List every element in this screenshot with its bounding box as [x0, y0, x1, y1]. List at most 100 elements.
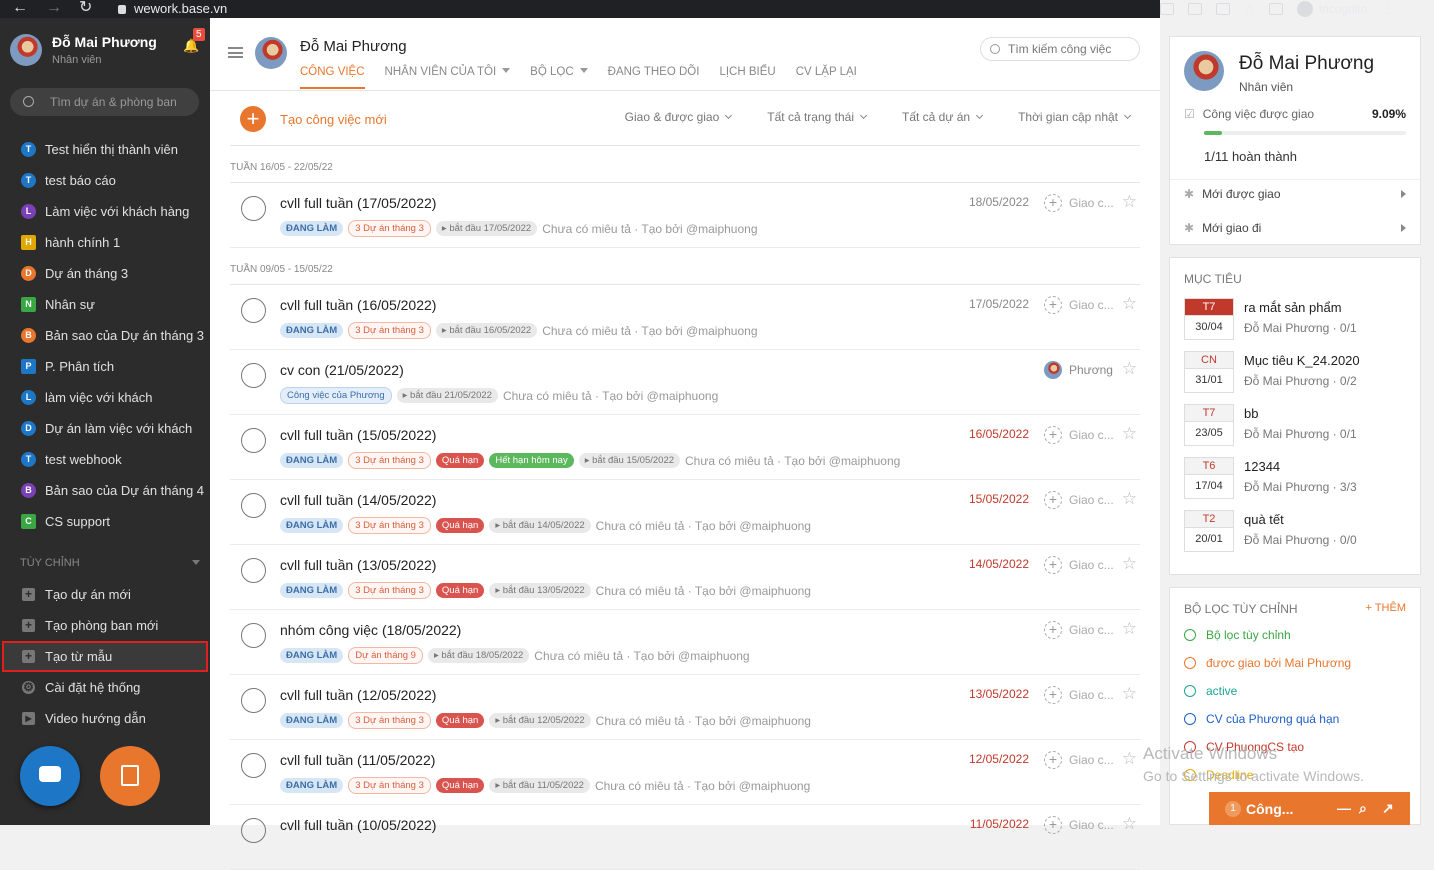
- custom-filter-item[interactable]: CV của Phương quá hạn: [1184, 712, 1339, 726]
- sidebar-search-input[interactable]: Tìm dự án & phòng ban: [10, 88, 199, 116]
- filter-status[interactable]: Tất cả trạng thái: [767, 110, 868, 124]
- filter-assign[interactable]: Giao & được giao: [625, 110, 733, 124]
- sidebar-project-item[interactable]: N Nhân sự: [0, 289, 210, 320]
- new-task-link[interactable]: Tạo công việc mới: [280, 112, 387, 127]
- add-filter-button[interactable]: + THÊM: [1366, 602, 1406, 614]
- task-title[interactable]: cvll full tuần (10/05/2022): [280, 817, 436, 833]
- task-title[interactable]: cvll full tuần (13/05/2022): [280, 557, 436, 573]
- sidebar-project-item[interactable]: Llàm việc với khách: [0, 382, 210, 413]
- assignee[interactable]: Phương: [1044, 361, 1113, 379]
- tasks-button[interactable]: [100, 746, 160, 806]
- complete-checkbox[interactable]: [241, 298, 266, 323]
- new-sent-row[interactable]: ✱ Mới giao đi: [1184, 221, 1406, 235]
- complete-checkbox[interactable]: [241, 688, 266, 713]
- task-row[interactable]: nhóm công việc (18/05/2022) ĐANG LÀM Dự án…: [230, 610, 1140, 675]
- project-badge[interactable]: Dự án tháng 9: [348, 647, 423, 664]
- assignee[interactable]: + Giao c...: [1044, 686, 1114, 704]
- task-row[interactable]: cvll full tuần (17/05/2022) ĐANG LÀM 3 Dự …: [230, 183, 1140, 248]
- task-title[interactable]: cvll full tuần (14/05/2022): [280, 492, 436, 508]
- task-row[interactable]: cvll full tuần (16/05/2022) ĐANG LÀM 3 Dự …: [230, 285, 1140, 350]
- eye-off-icon[interactable]: [1216, 3, 1230, 15]
- complete-checkbox[interactable]: [241, 493, 266, 518]
- custom-filter-item[interactable]: CV PhuongCS tạo: [1184, 740, 1304, 754]
- open-external-icon[interactable]: ↗: [1382, 800, 1394, 817]
- task-row[interactable]: cvll full tuần (10/05/2022) 11/05/2022 + Gi…: [230, 805, 1140, 870]
- sidebar-project-item[interactable]: Hhành chính 1: [0, 227, 210, 258]
- project-badge[interactable]: 3 Dự án tháng 3: [348, 777, 431, 794]
- star-icon[interactable]: ☆: [1122, 554, 1137, 574]
- complete-checkbox[interactable]: [241, 753, 266, 778]
- star-icon[interactable]: ☆: [1244, 2, 1255, 16]
- apps-icon[interactable]: [1160, 3, 1174, 15]
- sidebar-project-item[interactable]: Ttest báo cáo: [0, 165, 210, 196]
- complete-checkbox[interactable]: [241, 818, 266, 843]
- task-title[interactable]: cv con (21/05/2022): [280, 362, 404, 378]
- tool-settings[interactable]: ⚙ Cài đặt hệ thống: [0, 672, 210, 703]
- minimize-icon[interactable]: —: [1337, 800, 1351, 816]
- section-header-custom[interactable]: TÙY CHỈNH: [20, 557, 200, 569]
- task-title[interactable]: cvll full tuần (12/05/2022): [280, 687, 436, 703]
- sidebar-project-item[interactable]: D Dự án tháng 3: [0, 258, 210, 289]
- custom-filter-item[interactable]: active: [1184, 684, 1237, 698]
- tab-filter[interactable]: BỘ LỌC: [530, 66, 588, 89]
- assignee[interactable]: + Giao c...: [1044, 296, 1114, 314]
- sidebar-icon[interactable]: [1268, 3, 1283, 15]
- complete-checkbox[interactable]: [241, 428, 266, 453]
- goal-item[interactable]: T7 23/05 bb Đỗ Mai Phương · 0/1: [1184, 404, 1410, 449]
- tab-recurring[interactable]: CV LẶP LẠI: [796, 66, 857, 89]
- goal-item[interactable]: CN 31/01 Mục tiêu K_24.2020 Đỗ Mai Phương ·…: [1184, 351, 1410, 396]
- tool-video-guide[interactable]: ▸ Video hướng dẫn: [0, 703, 210, 734]
- reload-icon[interactable]: ↻: [79, 0, 92, 18]
- complete-checkbox[interactable]: [241, 623, 266, 648]
- new-assigned-row[interactable]: ✱ Mới được giao: [1184, 187, 1406, 201]
- assignee[interactable]: + Giao c...: [1044, 556, 1114, 574]
- task-row[interactable]: cvll full tuần (12/05/2022) ĐANG LÀM 3 Dự …: [230, 675, 1140, 740]
- goal-item[interactable]: T2 20/01 quà tết Đỗ Mai Phương · 0/0: [1184, 510, 1410, 555]
- task-row[interactable]: cvll full tuần (14/05/2022) ĐANG LÀM 3 Dự …: [230, 480, 1140, 545]
- star-icon[interactable]: ☆: [1122, 192, 1137, 212]
- project-badge[interactable]: 3 Dự án tháng 3: [348, 712, 431, 729]
- custom-filter-item[interactable]: được giao bởi Mai Phương: [1184, 656, 1351, 670]
- translate-icon[interactable]: [1188, 3, 1202, 15]
- star-icon[interactable]: ☆: [1122, 814, 1137, 834]
- star-icon[interactable]: ☆: [1122, 294, 1137, 314]
- star-icon[interactable]: ☆: [1122, 749, 1137, 769]
- goal-item[interactable]: T6 17/04 12344 Đỗ Mai Phương · 3/3: [1184, 457, 1410, 502]
- assignee[interactable]: + Giao c...: [1044, 751, 1114, 769]
- hamburger-icon[interactable]: [228, 47, 243, 58]
- sidebar-project-item[interactable]: P P. Phân tích: [0, 351, 210, 382]
- project-badge[interactable]: 3 Dự án tháng 3: [348, 220, 431, 237]
- assignee[interactable]: + Giao c...: [1044, 816, 1114, 834]
- filter-time[interactable]: Thời gian cập nhật: [1018, 110, 1132, 124]
- sidebar-project-item[interactable]: Ttest webhook: [0, 444, 210, 475]
- sidebar-project-item[interactable]: L Làm việc với khách hàng: [0, 196, 210, 227]
- task-title[interactable]: cvll full tuần (11/05/2022): [280, 752, 435, 768]
- forward-icon[interactable]: →: [46, 0, 62, 18]
- back-icon[interactable]: ←: [12, 0, 28, 18]
- assignee[interactable]: + Giao c...: [1044, 426, 1114, 444]
- assignee[interactable]: + Giao c...: [1044, 194, 1114, 212]
- incognito-badge[interactable]: Incognito: [1296, 1, 1367, 17]
- custom-filter-item[interactable]: Deadline: [1184, 768, 1253, 782]
- tool-create-project[interactable]: + Tạo dự án mới: [0, 579, 210, 610]
- menu-icon[interactable]: ⋮: [1381, 2, 1393, 16]
- task-row[interactable]: cvll full tuần (11/05/2022) ĐANG LÀM 3 Dự …: [230, 740, 1140, 805]
- tab-following[interactable]: ĐANG THEO DÕI: [608, 66, 700, 89]
- task-row[interactable]: cv con (21/05/2022) Công việc của Phương ▸…: [230, 350, 1140, 415]
- sidebar-user[interactable]: Đỗ Mai Phương Nhân viên: [10, 34, 157, 66]
- goal-item[interactable]: T7 30/04 ra mắt sản phẩm Đỗ Mai Phương · 0/…: [1184, 298, 1410, 343]
- search-icon[interactable]: ⌕: [1359, 800, 1367, 817]
- sidebar-project-item[interactable]: C CS support: [0, 506, 210, 537]
- custom-filter-item[interactable]: Bộ lọc tùy chỉnh: [1184, 628, 1291, 642]
- complete-checkbox[interactable]: [241, 196, 266, 221]
- task-title[interactable]: nhóm công việc (18/05/2022): [280, 622, 461, 638]
- project-badge[interactable]: 3 Dự án tháng 3: [348, 452, 431, 469]
- complete-checkbox[interactable]: [241, 363, 266, 388]
- task-title[interactable]: cvll full tuần (17/05/2022): [280, 195, 436, 211]
- star-icon[interactable]: ☆: [1122, 619, 1137, 639]
- sidebar-project-item[interactable]: T Test hiển thị thành viên: [0, 134, 210, 165]
- floating-task-panel[interactable]: 1 Công... — ⌕ ↗: [1209, 792, 1410, 825]
- star-icon[interactable]: ☆: [1122, 424, 1137, 444]
- chat-button[interactable]: [20, 746, 80, 806]
- star-icon[interactable]: ☆: [1122, 684, 1137, 704]
